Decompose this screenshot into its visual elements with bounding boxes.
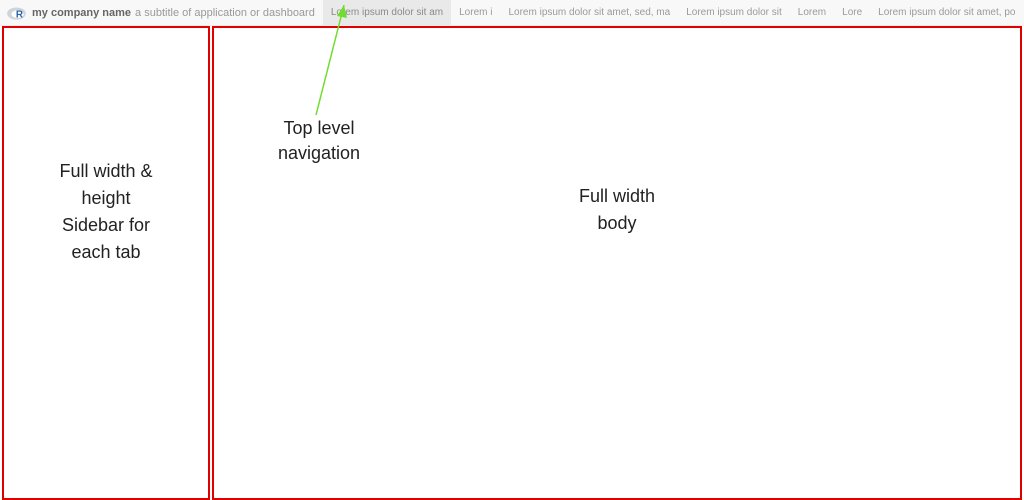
sidebar-annotation-line: Sidebar for (62, 215, 150, 235)
nav-tab-2[interactable]: Lorem ipsum dolor sit amet, sed, ma (500, 0, 678, 25)
company-name: my company name (32, 7, 131, 19)
layout-area: Full width & height Sidebar for each tab… (0, 26, 1024, 500)
brand-block[interactable]: R my company name a subtitle of applicat… (0, 0, 323, 25)
nav-tabs: Lorem ipsum dolor sit amLorem iLorem ips… (323, 0, 1024, 25)
sidebar-annotation-line: each tab (71, 242, 140, 262)
nav-tab-0[interactable]: Lorem ipsum dolor sit am (323, 0, 451, 25)
body-annotation-line: Full width (579, 186, 655, 206)
sidebar-annotation-line: Full width & (59, 161, 152, 181)
app-subtitle: a subtitle of application or dashboard (135, 7, 315, 19)
sidebar-annotation-line: height (81, 188, 130, 208)
nav-annotation: Top level navigation (244, 116, 394, 166)
nav-annotation-line: Top level (283, 118, 354, 138)
sidebar-annotation: Full width & height Sidebar for each tab (4, 158, 208, 266)
nav-annotation-line: navigation (278, 143, 360, 163)
nav-tab-4[interactable]: Lorem (790, 0, 834, 25)
svg-text:R: R (16, 9, 23, 20)
body-annotation-line: body (597, 213, 636, 233)
nav-tab-6[interactable]: Lorem ipsum dolor sit amet, po (870, 0, 1023, 25)
sidebar-region: Full width & height Sidebar for each tab (2, 26, 210, 500)
r-logo-icon: R (6, 4, 28, 22)
nav-tab-5[interactable]: Lore (834, 0, 870, 25)
nav-tab-3[interactable]: Lorem ipsum dolor sit (678, 0, 790, 25)
body-annotation: Full width body (214, 183, 1020, 237)
body-region: Top level navigation Full width body (212, 26, 1022, 500)
top-navbar: R my company name a subtitle of applicat… (0, 0, 1024, 26)
nav-tab-1[interactable]: Lorem i (451, 0, 500, 25)
